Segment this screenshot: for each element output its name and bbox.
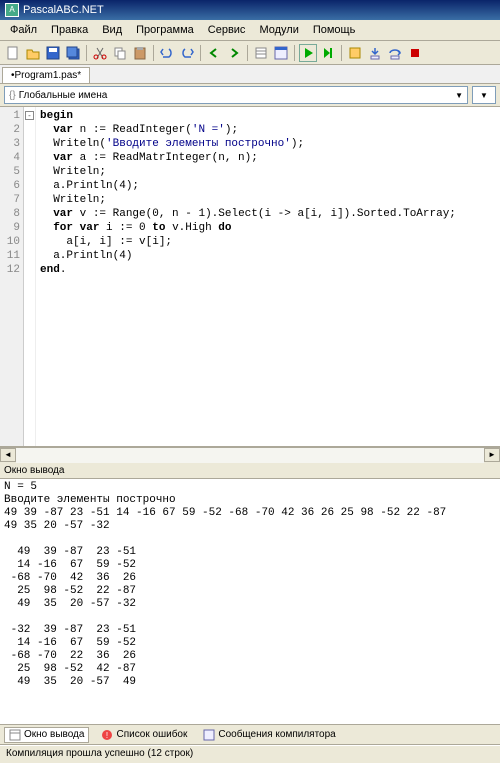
form-icon[interactable] (272, 44, 290, 62)
menu-view[interactable]: Вид (96, 22, 128, 38)
scroll-left-icon[interactable]: ◄ (0, 448, 16, 462)
code-line[interactable]: a.Println(4) (40, 249, 496, 263)
output-panel[interactable]: N = 5 Вводите элементы построчно 49 39 -… (0, 479, 500, 725)
compiler-tab-icon (203, 729, 215, 741)
output-panel-title: Окно вывода (0, 463, 500, 479)
code-line[interactable]: a.Println(4); (40, 179, 496, 193)
statusbar: Компиляция прошла успешно (12 строк) (0, 745, 500, 763)
copy-icon[interactable] (111, 44, 129, 62)
line-number: 6 (0, 179, 20, 193)
cut-icon[interactable] (91, 44, 109, 62)
line-number: 2 (0, 123, 20, 137)
error-tab-icon: ! (101, 729, 113, 741)
bottom-tabs: Окно вывода ! Список ошибок Сообщения ко… (0, 725, 500, 745)
save-all-icon[interactable] (64, 44, 82, 62)
app-icon: A (5, 3, 19, 17)
code-line[interactable]: var a := ReadMatrInteger(n, n); (40, 151, 496, 165)
step-into-icon[interactable] (366, 44, 384, 62)
line-gutter: 123456789101112 (0, 107, 24, 446)
code-line[interactable]: Writeln('Вводите элементы построчно'); (40, 137, 496, 151)
menu-edit[interactable]: Правка (45, 22, 94, 38)
menu-service[interactable]: Сервис (202, 22, 252, 38)
window-titlebar: A PascalABC.NET (0, 0, 500, 20)
tab-program1[interactable]: •Program1.pas* (2, 67, 90, 83)
undo-icon[interactable] (158, 44, 176, 62)
paste-icon[interactable] (131, 44, 149, 62)
status-text: Компиляция прошла успешно (12 строк) (6, 748, 193, 759)
code-line[interactable]: var v := Range(0, n - 1).Select(i -> a[i… (40, 207, 496, 221)
code-line[interactable]: begin (40, 109, 496, 123)
line-number: 3 (0, 137, 20, 151)
braces-icon: {} (9, 90, 16, 101)
tab-errors-label: Список ошибок (116, 729, 187, 740)
fold-minus-icon[interactable]: - (25, 111, 34, 120)
code-line[interactable]: var n := ReadInteger('N ='); (40, 123, 496, 137)
tab-output-label: Окно вывода (24, 729, 84, 740)
code-line[interactable]: Writeln; (40, 193, 496, 207)
fold-column: - (24, 107, 36, 446)
run-icon[interactable] (299, 44, 317, 62)
menu-modules[interactable]: Модули (253, 22, 304, 38)
save-icon[interactable] (44, 44, 62, 62)
line-number: 7 (0, 193, 20, 207)
line-number: 1 (0, 109, 20, 123)
new-file-icon[interactable] (4, 44, 22, 62)
tab-output[interactable]: Окно вывода (4, 727, 89, 743)
code-line[interactable]: end. (40, 263, 496, 277)
menubar: Файл Правка Вид Программа Сервис Модули … (0, 20, 500, 41)
editor-scrollbar-h[interactable]: ◄ ► (0, 447, 500, 463)
chevron-down-icon: ▼ (455, 91, 463, 100)
line-number: 9 (0, 221, 20, 235)
line-number: 12 (0, 263, 20, 277)
line-number: 11 (0, 249, 20, 263)
namespace-combo[interactable]: {} Глобальные имена ▼ (4, 86, 468, 104)
svg-text:!: ! (106, 731, 108, 740)
namespace-bar: {} Глобальные имена ▼ ▼ (0, 84, 500, 107)
scroll-right-icon[interactable]: ► (484, 448, 500, 462)
menu-file[interactable]: Файл (4, 22, 43, 38)
compile-icon[interactable] (346, 44, 364, 62)
step-over-icon[interactable] (386, 44, 404, 62)
code-area[interactable]: begin var n := ReadInteger('N ='); Write… (36, 107, 500, 446)
nav-back-icon[interactable] (205, 44, 223, 62)
code-editor[interactable]: 123456789101112 - begin var n := ReadInt… (0, 107, 500, 447)
run-no-debug-icon[interactable] (319, 44, 337, 62)
nav-forward-icon[interactable] (225, 44, 243, 62)
open-icon[interactable] (24, 44, 42, 62)
namespace-combo-2[interactable]: ▼ (472, 86, 496, 104)
code-line[interactable]: Writeln; (40, 165, 496, 179)
editor-tabs: •Program1.pas* (0, 65, 500, 84)
tab-errors[interactable]: ! Список ошибок (97, 728, 191, 742)
menu-program[interactable]: Программа (130, 22, 200, 38)
redo-icon[interactable] (178, 44, 196, 62)
line-number: 5 (0, 165, 20, 179)
namespace-label: Глобальные имена (19, 90, 108, 101)
tab-compiler[interactable]: Сообщения компилятора (199, 728, 339, 742)
scroll-track[interactable] (16, 448, 484, 463)
stop-icon[interactable] (406, 44, 424, 62)
code-line[interactable]: a[i, i] := v[i]; (40, 235, 496, 249)
line-number: 8 (0, 207, 20, 221)
code-line[interactable]: for var i := 0 to v.High do (40, 221, 496, 235)
properties-icon[interactable] (252, 44, 270, 62)
line-number: 4 (0, 151, 20, 165)
line-number: 10 (0, 235, 20, 249)
output-tab-icon (9, 729, 21, 741)
toolbar (0, 41, 500, 65)
tab-compiler-label: Сообщения компилятора (218, 729, 335, 740)
window-title: PascalABC.NET (23, 4, 104, 16)
menu-help[interactable]: Помощь (307, 22, 362, 38)
chevron-down-icon: ▼ (480, 91, 488, 100)
